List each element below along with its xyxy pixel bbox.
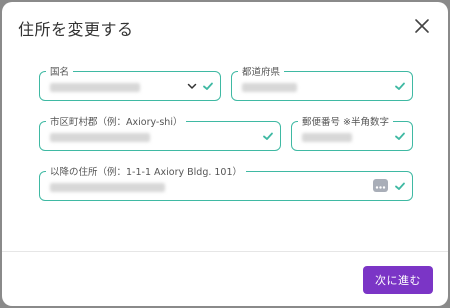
postal-code-label: 郵便番号 ※半角数字 [298,114,393,128]
close-button[interactable] [412,16,432,36]
more-dots-glyph [375,186,386,189]
postal-code-value-redacted [302,133,352,142]
change-address-dialog: 住所を変更する 国名 都道府県 市区町村郡（例：Axiory-shi） 郵便番号 [2,2,448,306]
city-label: 市区町村郡（例：Axiory-shi） [46,114,187,128]
check-icon [395,132,405,140]
check-icon [395,182,405,190]
country-value-redacted [50,83,140,92]
address-value-redacted [50,183,165,192]
check-icon [395,82,405,90]
dots-icon[interactable] [373,179,388,192]
dialog-title: 住所を変更する [18,20,134,39]
next-button[interactable]: 次に進む [363,266,433,294]
check-icon [263,132,273,140]
chevron-down-icon [187,83,197,89]
footer-divider [2,251,448,252]
country-label: 国名 [46,64,74,78]
address-input[interactable]: 以降の住所（例：1-1-1 Axiory Bldg. 101） [39,164,413,201]
prefecture-label: 都道府県 [238,64,285,78]
close-icon [415,19,429,33]
check-icon [203,82,213,90]
country-select[interactable]: 国名 [39,64,221,101]
city-value-redacted [50,133,150,142]
address-label: 以降の住所（例：1-1-1 Axiory Bldg. 101） [46,164,247,178]
prefecture-value-redacted [242,83,297,92]
prefecture-input[interactable]: 都道府県 [231,64,413,101]
postal-code-input[interactable]: 郵便番号 ※半角数字 [291,114,413,151]
city-input[interactable]: 市区町村郡（例：Axiory-shi） [39,114,281,151]
